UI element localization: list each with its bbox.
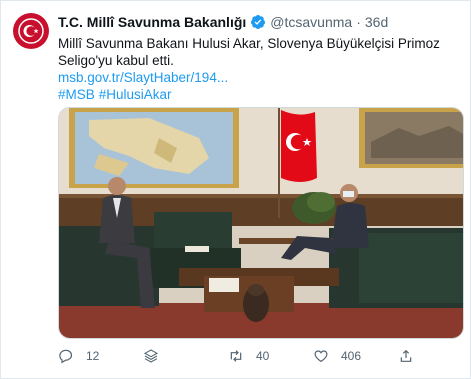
avatar[interactable] — [13, 13, 49, 49]
tweet-link[interactable]: msb.gov.tr/SlaytHaber/194... — [58, 69, 458, 86]
separator-dot: · — [356, 14, 361, 30]
like-icon — [314, 350, 328, 363]
tweet-body: Millî Savunma Bakanı Hulusi Akar, Sloven… — [58, 35, 458, 103]
tweet-photo[interactable] — [58, 107, 464, 339]
like-count: 406 — [341, 349, 362, 363]
meeting-room-photo — [59, 108, 463, 338]
like-button[interactable]: 406 — [313, 348, 398, 364]
tweet-timestamp[interactable]: 36d — [365, 14, 388, 30]
tweet-text: Millî Savunma Bakanı Hulusi Akar, Sloven… — [58, 36, 440, 68]
author-handle[interactable]: @tcsavunma — [270, 14, 352, 30]
share-stack-icon — [143, 349, 159, 363]
hashtag-list: #MSB #HulusiAkar — [58, 86, 458, 103]
tweet-header: T.C. Millî Savunma Bakanlığı @tcsavunma … — [58, 14, 388, 30]
retweet-count: 40 — [256, 349, 270, 363]
share-stack-button[interactable] — [143, 348, 228, 364]
reply-count: 12 — [86, 349, 100, 363]
hashtag-msb[interactable]: #MSB — [58, 87, 95, 102]
reply-button[interactable]: 12 — [58, 348, 143, 364]
retweet-icon — [230, 350, 242, 362]
tweet-card[interactable]: T.C. Millî Savunma Bakanlığı @tcsavunma … — [0, 0, 471, 379]
reply-icon — [59, 349, 73, 364]
tweet-actions: 12 40 406 — [58, 345, 462, 367]
author-name[interactable]: T.C. Millî Savunma Bakanlığı — [58, 14, 246, 30]
share-icon — [400, 349, 412, 362]
verified-badge-icon — [251, 15, 266, 29]
retweet-button[interactable]: 40 — [228, 348, 313, 364]
hashtag-hulusiakar[interactable]: #HulusiAkar — [99, 87, 172, 102]
share-button[interactable] — [398, 348, 426, 364]
msb-emblem-icon — [18, 18, 44, 44]
